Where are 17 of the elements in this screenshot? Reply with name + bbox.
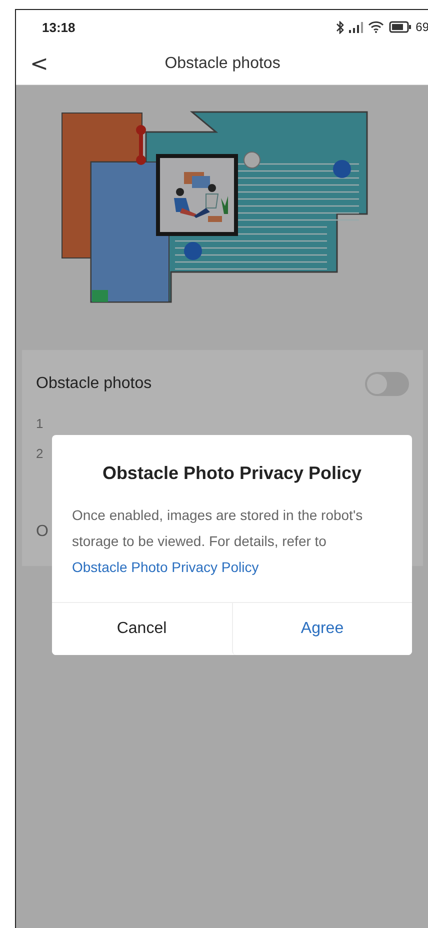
signal-icon [348, 22, 363, 32]
dialog-title: Obstacle Photo Privacy Policy [101, 462, 363, 484]
status-time: 13:18 [42, 20, 76, 34]
battery-icon [388, 21, 411, 33]
battery-level: 69 [416, 20, 428, 34]
page-title: Obstacle photos [164, 55, 282, 73]
setting-label: O [36, 523, 48, 541]
wifi-icon [368, 21, 384, 33]
setting-label: Obstacle photos [36, 375, 152, 393]
note-text: 1 [36, 416, 44, 430]
bluetooth-icon [336, 20, 344, 34]
dialog-button[interactable]: Agree [232, 603, 412, 655]
back-button[interactable]: < [16, 52, 62, 76]
toggle-switch[interactable] [365, 372, 409, 396]
policy-link[interactable]: Obstacle Photo Privacy Policy [72, 559, 259, 575]
dialog-message: Once enabled, images are stored in the robot's storage to be viewed. For details, refer to Obstacle Photo Privacy Policy [72, 506, 364, 577]
note-text: 2 [36, 446, 44, 460]
